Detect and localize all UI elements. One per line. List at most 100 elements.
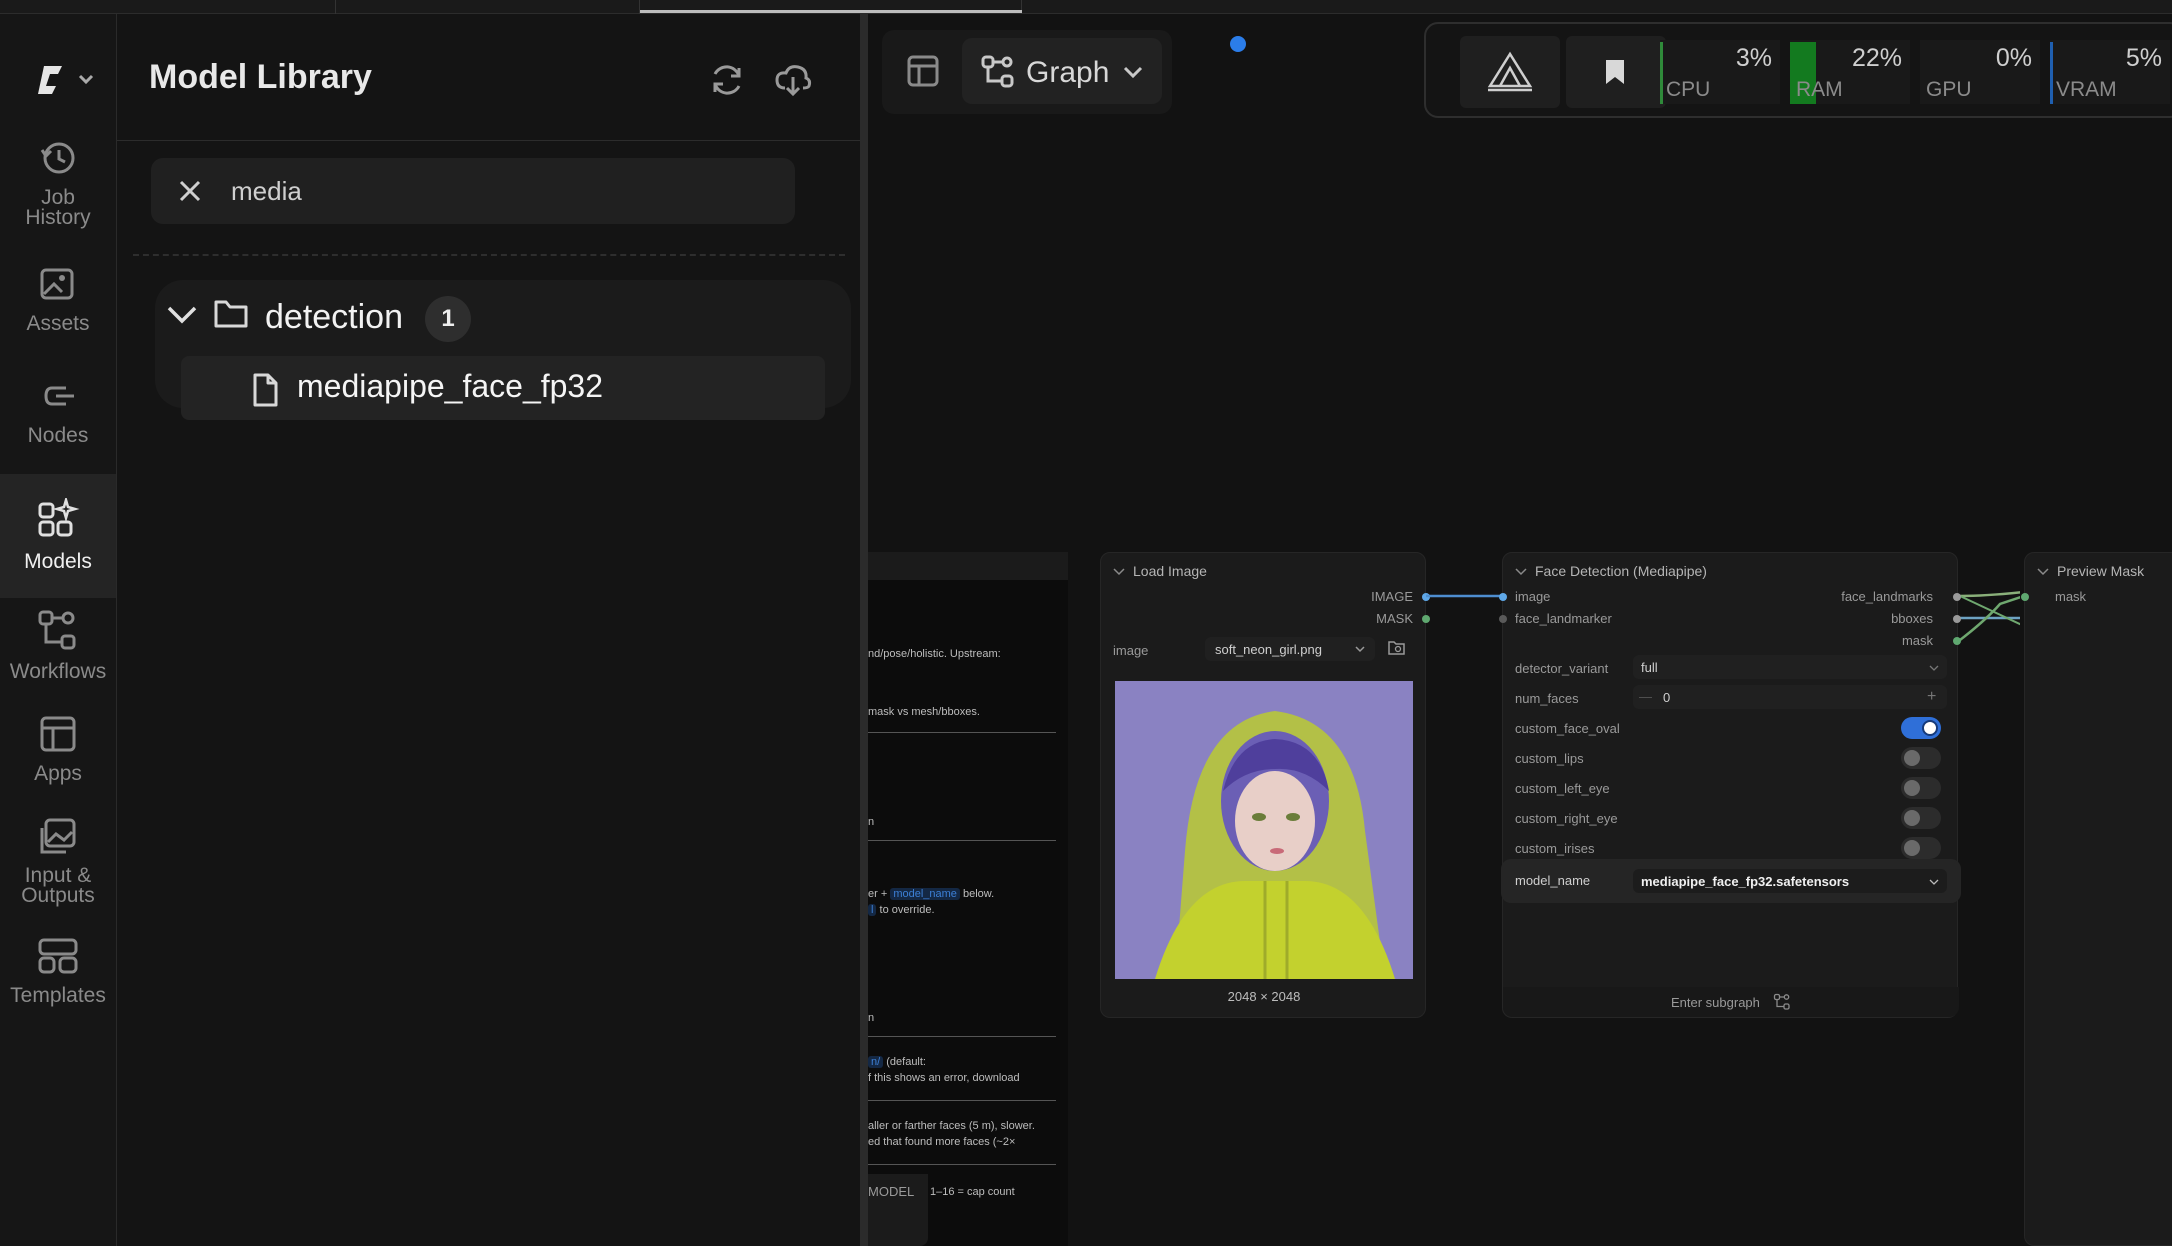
- vram-value: 5%: [2125, 44, 2162, 72]
- file-icon: [253, 373, 278, 407]
- sidebar-item-nodes[interactable]: Nodes: [0, 376, 116, 476]
- search-field[interactable]: [151, 158, 795, 224]
- chevron-down-icon: [167, 306, 197, 324]
- folder-count-badge: 1: [425, 296, 471, 342]
- gpu-monitor: 0% GPU: [1920, 40, 2040, 104]
- note-text: er + model_name below.: [868, 888, 995, 900]
- comfy-manager-button[interactable]: [1460, 36, 1560, 108]
- vram-bar: [2050, 42, 2053, 104]
- note-text: aller or farther faces (5 m), slower.: [868, 1120, 1035, 1132]
- chevron-down-icon: [1123, 66, 1143, 79]
- sidebar-item-models[interactable]: Models: [0, 474, 116, 598]
- model-name-value: mediapipe_face_fp32.safetensors: [1641, 874, 1850, 889]
- vram-monitor: 5% VRAM: [2050, 40, 2170, 104]
- input-label-landmarker: face_landmarker: [1515, 611, 1612, 626]
- collapse-chevron-icon[interactable]: [1113, 567, 1125, 577]
- history-icon: [40, 142, 75, 174]
- folder-row[interactable]: detection 1: [155, 280, 851, 352]
- model-name-select[interactable]: mediapipe_face_fp32.safetensors: [1633, 869, 1947, 893]
- note-node[interactable]: nd/pose/holistic. Upstream: mask vs mesh…: [868, 552, 1068, 1246]
- sidebar-item-job-history[interactable]: Job History: [0, 138, 116, 258]
- plus-icon[interactable]: +: [1927, 688, 1936, 706]
- cloud-download-icon: [775, 65, 812, 97]
- widget-label: custom_face_oval: [1515, 721, 1620, 736]
- templates-icon: [38, 938, 78, 974]
- search-input[interactable]: [231, 172, 771, 210]
- sidebar-item-input-outputs[interactable]: Input & Outputs: [0, 816, 116, 936]
- sidebar-item-workflows[interactable]: Workflows: [0, 598, 116, 708]
- widget-label: custom_left_eye: [1515, 781, 1610, 796]
- custom-irises-toggle[interactable]: [1901, 837, 1941, 859]
- input-label-image: image: [1515, 589, 1551, 604]
- link-landmarks: [1959, 591, 2020, 598]
- custom-lips-toggle[interactable]: [1901, 747, 1941, 769]
- note-text: l to override.: [868, 904, 935, 916]
- model-file-name: mediapipe_face_fp32: [297, 368, 604, 404]
- note-text: nd/pose/holistic. Upstream:: [868, 648, 1001, 660]
- sidebar-item-label: Models: [24, 550, 92, 573]
- sidebar-item-label: Nodes: [27, 424, 89, 447]
- collapse-chevron-icon[interactable]: [2037, 567, 2049, 577]
- output-label-bboxes: bboxes: [1891, 611, 1933, 626]
- tab-2[interactable]: [336, 0, 640, 14]
- app-logo-menu[interactable]: [36, 58, 100, 107]
- graph-mode-dropdown[interactable]: Graph: [962, 36, 1246, 104]
- node-title: Face Detection (Mediapipe): [1535, 563, 1707, 579]
- cpu-value: 3%: [1735, 44, 1772, 72]
- input-socket-image[interactable]: [1499, 593, 1507, 601]
- ram-value: 22%: [1851, 44, 1902, 72]
- collapse-chevron-icon[interactable]: [1515, 567, 1527, 577]
- folder-search-icon[interactable]: [1387, 639, 1407, 657]
- node-title: Preview Mask: [2057, 563, 2145, 579]
- preview-mask-node[interactable]: Preview Mask mask: [2021, 552, 2172, 1246]
- widget-label: num_faces: [1515, 691, 1579, 706]
- bookmark-button[interactable]: [1566, 36, 1666, 108]
- layout-panel-icon: [907, 55, 939, 87]
- divider: [868, 840, 1056, 841]
- sidebar-item-label: Workflows: [9, 660, 107, 683]
- divider: [117, 140, 861, 141]
- sidebar-rail: Job History Assets Nodes Models Workflow…: [0, 14, 117, 1246]
- model-file-item[interactable]: mediapipe_face_fp32: [181, 356, 825, 420]
- sidebar-item-templates[interactable]: Templates: [0, 936, 116, 1036]
- custom-right-eye-toggle[interactable]: [1901, 807, 1941, 829]
- num-faces-value: 0: [1663, 690, 1671, 705]
- input-socket-landmarker[interactable]: [1499, 615, 1507, 623]
- output-socket-mask[interactable]: [1953, 637, 1961, 645]
- face-detection-node[interactable]: Face Detection (Mediapipe) image face_la…: [1499, 552, 1961, 1018]
- cpu-monitor: 3% CPU: [1660, 40, 1780, 104]
- cpu-bar: [1660, 42, 1663, 104]
- output-socket-landmarks[interactable]: [1953, 593, 1961, 601]
- toggle-panel-button[interactable]: [906, 54, 940, 93]
- output-socket-bboxes[interactable]: [1953, 615, 1961, 623]
- download-button[interactable]: [773, 60, 813, 105]
- input-socket-mask[interactable]: [2021, 593, 2029, 601]
- divider: [868, 1164, 1056, 1165]
- panel-title: Model Library: [149, 58, 372, 96]
- tab-1[interactable]: [0, 0, 336, 14]
- bookmark-icon: [1606, 60, 1624, 84]
- chevron-down-icon: [1929, 879, 1939, 885]
- widget-label: detector_variant: [1515, 661, 1609, 676]
- image-select[interactable]: soft_neon_girl.png: [1205, 637, 1375, 661]
- enter-subgraph-button[interactable]: Enter subgraph: [1503, 987, 1959, 1017]
- image-select-value: soft_neon_girl.png: [1215, 642, 1322, 657]
- panel-resize-handle[interactable]: [860, 14, 868, 1246]
- canvas-toolbar: Graph: [882, 30, 1246, 114]
- load-image-node[interactable]: Load Image IMAGE MASK image soft_neon_gi…: [1100, 552, 1430, 1018]
- comfy-logo-icon: [38, 66, 94, 94]
- clear-search-button[interactable]: [177, 178, 203, 209]
- detector-variant-value: full: [1641, 660, 1658, 675]
- custom-left-eye-toggle[interactable]: [1901, 777, 1941, 799]
- minus-icon[interactable]: —: [1639, 689, 1652, 704]
- mountain-logo-icon: [1487, 51, 1533, 92]
- divider: [868, 1036, 1056, 1037]
- num-faces-stepper[interactable]: — 0 +: [1633, 685, 1947, 709]
- node-title: Load Image: [1133, 563, 1207, 579]
- custom-face-oval-toggle[interactable]: [1901, 717, 1941, 739]
- detector-variant-select[interactable]: full: [1633, 655, 1947, 679]
- sidebar-item-assets[interactable]: Assets: [0, 264, 116, 364]
- refresh-button[interactable]: [707, 60, 747, 105]
- enter-subgraph-label: Enter subgraph: [1671, 995, 1760, 1010]
- sidebar-item-apps[interactable]: Apps: [0, 714, 116, 814]
